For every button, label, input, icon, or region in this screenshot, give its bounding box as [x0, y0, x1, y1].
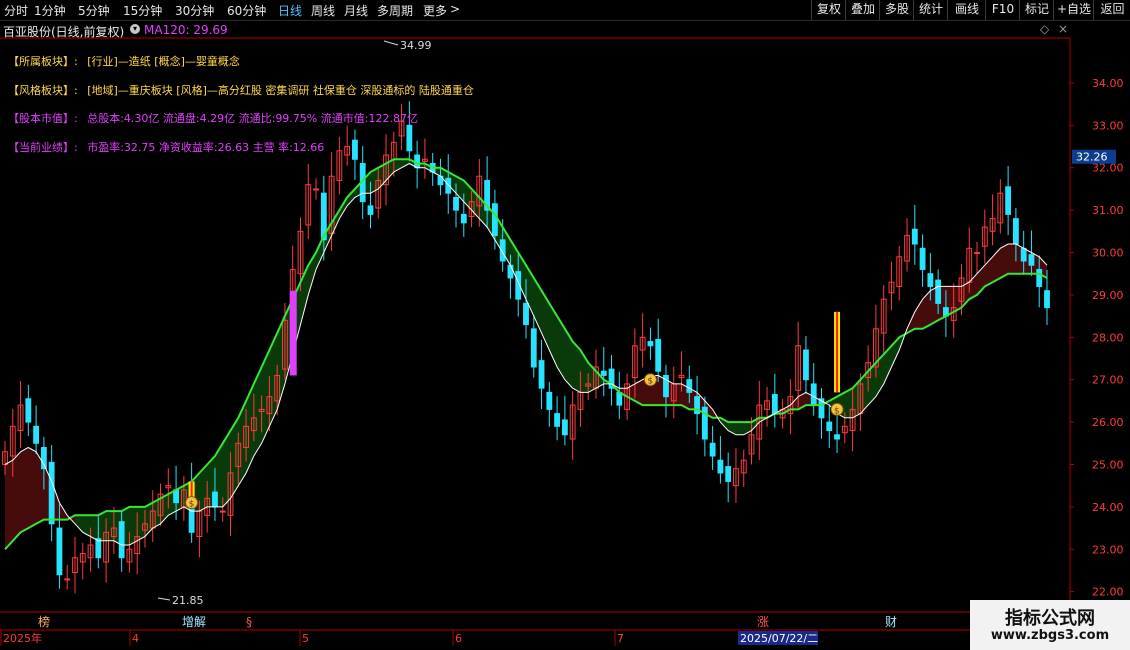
high-pointer	[383, 40, 399, 46]
candle-body	[530, 328, 537, 368]
y-tick-label: 22.00	[1092, 586, 1124, 599]
candle-body	[453, 196, 459, 211]
candle-body	[919, 247, 926, 270]
candle-body	[911, 228, 918, 245]
y-tick-label: 25.00	[1092, 458, 1124, 471]
y-tick-label: 26.00	[1092, 416, 1124, 429]
candle-body	[974, 252, 980, 255]
candle-body	[546, 391, 553, 410]
candle-body	[33, 425, 40, 444]
x-tick-label: 6	[455, 632, 462, 645]
bottom-marker: 涨	[757, 614, 769, 629]
candle-body	[709, 442, 716, 457]
x-tick-label: 2025年	[3, 631, 42, 645]
candle-body	[927, 273, 934, 287]
candle-body	[826, 421, 833, 432]
info-performance: 【当前业绩】: 市盈率:32.75 净资收益率:26.63 主营 率:12.66	[8, 139, 324, 155]
coin-icon-symbol: $	[834, 406, 840, 416]
candle-body	[48, 461, 55, 525]
coin-icon-symbol: $	[189, 500, 195, 510]
candle-body	[647, 341, 654, 347]
info-tag: 【当前业绩】:	[8, 141, 78, 154]
candle-body	[367, 205, 374, 215]
candle-body	[523, 302, 529, 326]
info-style: 【风格板块】: [地域]—重庆板块 [风格]—高分红股 密集调研 社保重仓 深股…	[8, 82, 474, 98]
candle-body	[554, 413, 561, 427]
info-tag: 【股本市值】:	[8, 112, 78, 125]
candle-body	[810, 383, 817, 406]
bottom-marker: 增解	[182, 615, 206, 629]
candle-body	[64, 578, 71, 581]
candle-body	[445, 177, 452, 194]
bottom-marker: §	[246, 615, 252, 629]
candle-body	[414, 154, 421, 169]
watermark-logo: 指标公式网 www.zbgs3.com	[970, 600, 1130, 650]
candle-body	[655, 338, 662, 372]
buy-signal-core	[836, 311, 839, 393]
candle-body	[1012, 218, 1019, 245]
info-text: 市盈率:32.75 净资收益率:26.63 主营 率:12.66	[87, 141, 325, 154]
candle-body	[771, 394, 778, 415]
ma-ribbon-fill	[5, 447, 75, 550]
info-text: [地域]—重庆板块 [风格]—高分红股 密集调研 社保重仓 深股通标的 陆股通重…	[87, 84, 474, 97]
watermark-url: www.zbgs3.com	[990, 628, 1110, 643]
high-price-label: 34.99	[400, 39, 432, 52]
candle-body	[56, 527, 63, 576]
current-price-label: 32.26	[1076, 151, 1108, 164]
bottom-marker: 财	[885, 615, 897, 629]
coin-icon-symbol: $	[647, 377, 653, 387]
info-tag: 【所属板块】:	[8, 55, 78, 68]
y-tick-label: 28.00	[1092, 331, 1124, 344]
candle-body	[95, 538, 102, 559]
candle-body	[406, 124, 413, 152]
candle-body	[1020, 247, 1027, 262]
candle-body	[935, 279, 942, 304]
candle-body	[460, 213, 467, 224]
y-tick-label: 24.00	[1092, 501, 1124, 514]
candle-body	[118, 521, 125, 559]
magenta-signal-bar	[289, 290, 297, 376]
candle-body	[717, 459, 724, 474]
y-tick-label: 31.00	[1092, 204, 1124, 217]
bottom-marker: 榜	[38, 614, 50, 629]
x-tick-label: 5	[302, 632, 309, 645]
candle-body	[686, 379, 693, 393]
y-tick-label: 27.00	[1092, 374, 1124, 387]
candle-body	[600, 370, 607, 376]
candle-body	[219, 510, 226, 513]
low-pointer	[157, 597, 171, 601]
info-text: 总股本:4.30亿 流通盘:4.29亿 流通比:99.75% 流通市值:122.…	[87, 112, 418, 125]
candle-body	[1036, 268, 1043, 287]
candle-body	[1044, 290, 1050, 309]
candle-body	[725, 466, 732, 482]
watermark-title: 指标公式网	[1005, 608, 1095, 629]
candle-body	[313, 188, 319, 191]
ma-ribbon-fill	[720, 417, 768, 435]
y-tick-label: 30.00	[1092, 247, 1124, 260]
candle-body	[834, 434, 840, 440]
y-tick-label: 34.00	[1092, 77, 1124, 90]
candle-body	[1005, 186, 1012, 215]
info-sector: 【所属板块】: [行业]—造纸 [概念]—婴童概念	[8, 53, 240, 69]
y-tick-label: 23.00	[1092, 543, 1124, 556]
y-tick-label: 29.00	[1092, 289, 1124, 302]
info-tag: 【风格板块】:	[8, 84, 78, 97]
candle-body	[212, 491, 218, 508]
cursor-date-label: 2025/07/22/二	[740, 632, 818, 645]
candle-body	[491, 203, 498, 237]
candle-body	[25, 398, 32, 423]
low-price-label: 21.85	[172, 594, 204, 607]
info-capital: 【股本市值】: 总股本:4.30亿 流通盘:4.29亿 流通比:99.75% 流…	[8, 110, 418, 126]
candle-body	[803, 349, 809, 381]
candle-body	[561, 419, 568, 436]
candle-body	[538, 360, 545, 389]
x-tick-label: 7	[617, 632, 624, 645]
info-text: [行业]—造纸 [概念]—婴童概念	[87, 55, 240, 68]
buy-signal-core	[190, 481, 193, 499]
candle-body	[1028, 254, 1035, 266]
x-tick-label: 4	[132, 632, 139, 645]
candle-body	[507, 264, 514, 279]
y-tick-label: 33.00	[1092, 119, 1124, 132]
candle-body	[352, 139, 358, 160]
